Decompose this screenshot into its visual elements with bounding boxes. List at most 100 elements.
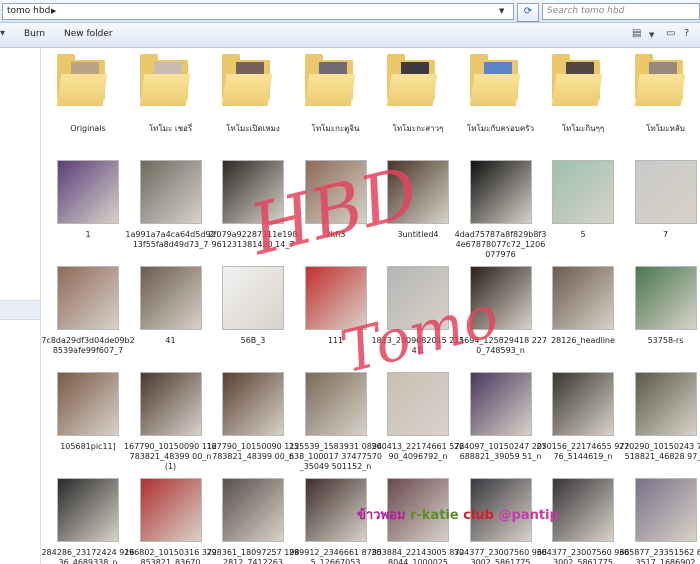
chevron-right-icon[interactable]: ▶ — [51, 7, 56, 15]
file-item[interactable]: 28126_headline — [536, 260, 618, 360]
refresh-icon: ⟳ — [523, 6, 533, 17]
photo-thumbnail — [304, 372, 367, 436]
folder-item[interactable]: Originals — [41, 48, 123, 148]
item-label: 255539_1583931 0894638_100017 37477570_3… — [288, 442, 383, 471]
file-item[interactable]: 53758-rs — [619, 260, 700, 360]
photo-thumbnail — [552, 372, 614, 436]
file-item[interactable]: 270156_22174655 97276_5144619_n — [536, 366, 630, 466]
item-label: 105681pic11] — [60, 442, 116, 451]
file-item[interactable]: 299912_2346661 87855_12667053 — [289, 472, 382, 564]
item-label: 7 — [662, 230, 669, 239]
search-placeholder: Search tomo hbd — [547, 6, 625, 16]
item-label: 41 — [165, 336, 176, 345]
file-item[interactable]: 284286_23172424 91636_4689338_n — [41, 472, 135, 564]
folder-front — [221, 74, 273, 106]
view-dropdown-icon[interactable]: ▼ — [649, 31, 654, 39]
file-item[interactable]: 1 — [41, 154, 123, 254]
photo-thumbnail — [469, 160, 532, 224]
file-item[interactable]: 1813_2009082015 21141. — [371, 260, 465, 360]
file-item[interactable]: 105681pic11] — [41, 366, 123, 466]
file-item[interactable]: 303884_22143005 8728044_1000025 — [371, 472, 465, 564]
file-item[interactable]: 1a991a7a4ca64d5d9213f55fa8d49d73_7 — [124, 154, 216, 254]
item-label: โทโมะ เชอรี่ — [148, 124, 193, 133]
file-item[interactable]: 3untitled4 — [371, 154, 453, 254]
file-item[interactable]: 15694_125829418 2270_748593_n — [454, 260, 547, 360]
chevron-down-icon[interactable]: ▼ — [499, 7, 504, 15]
view-options-icon[interactable]: ▤ — [632, 28, 641, 39]
folder-item[interactable]: โทโมะเปิดเหมง — [206, 48, 288, 148]
nav-selected-item[interactable] — [0, 300, 40, 320]
photo-thumbnail — [57, 160, 119, 224]
photo-thumbnail — [139, 160, 202, 224]
toolbar-overflow-icon[interactable]: ▾ — [0, 28, 5, 39]
photo-thumbnail — [387, 478, 449, 542]
photo-thumbnail — [469, 372, 532, 436]
item-label: 56B_3 — [240, 336, 266, 345]
file-item[interactable]: 304377_23007560 9663002_5861775 — [454, 472, 547, 564]
item-label: 296802_10150316 372853821_83670 — [123, 548, 218, 564]
photo-thumbnail — [57, 478, 119, 542]
file-item[interactable]: 2f079a92287311e198961231381420 14_7 — [206, 154, 298, 254]
file-item[interactable]: 41 — [124, 260, 206, 360]
item-label: 111 — [327, 336, 344, 345]
photo-thumbnail — [387, 266, 449, 330]
folder-front — [304, 74, 355, 106]
folder-item[interactable]: โทโมะกับครอบครัว — [454, 48, 536, 148]
photo-thumbnail — [304, 478, 367, 542]
file-item[interactable]: 5 — [536, 154, 618, 254]
item-label: 260413_22174661 57290_4096792_n — [371, 442, 465, 461]
folder-item[interactable]: โทโมะหลับ — [619, 48, 700, 148]
photo-thumbnail — [304, 160, 367, 224]
new-folder-button[interactable]: New folder — [64, 29, 113, 39]
file-item[interactable]: 305877_23351562 6583517_1686902 — [619, 472, 700, 564]
folder-item[interactable]: โทโมะกะตูจิน — [289, 48, 371, 148]
refresh-button[interactable]: ⟳ — [517, 3, 539, 22]
file-item[interactable]: 270290_10150243 772518821_46828 97_n — [619, 366, 700, 466]
photo-thumbnail — [139, 372, 202, 436]
breadcrumb-folder[interactable]: tomo hbd — [7, 6, 50, 16]
file-item[interactable]: 167790_10150090 112783821_48399 00_n (1) — [124, 366, 217, 471]
file-item[interactable]: 264097_10150247 205688821_39059 51_n — [454, 366, 547, 466]
item-label: 270290_10150243 772518821_46828 97_n — [618, 442, 700, 461]
file-item[interactable]: 296802_10150316 372853821_83670 — [124, 472, 217, 564]
burn-button[interactable]: Burn — [24, 29, 45, 39]
item-label: โทโมะกะตูจิน — [311, 124, 360, 133]
folder-front — [56, 74, 108, 106]
item-label: 304377_23007560 9663002_5861775 — [453, 548, 548, 564]
folder-item[interactable]: โทโมะกะสาวๆ — [371, 48, 453, 148]
item-label: 298361_18097257 1982812_7412263 — [206, 548, 300, 564]
item-label: 167790_10150090 112783821_48399 00_n (1) — [123, 442, 218, 471]
item-label: 4dad75787a8f829b8f34e67878077c72_1206077… — [454, 230, 547, 259]
file-item[interactable]: 260413_22174661 57290_4096792_n — [371, 366, 465, 466]
photo-thumbnail — [552, 160, 614, 224]
photo-thumbnail — [634, 266, 697, 330]
file-item[interactable]: 4dad75787a8f829b8f34e67878077c72_1206077… — [454, 154, 546, 259]
folder-item[interactable]: โทโมะกินๆๆ — [536, 48, 618, 148]
file-item[interactable]: 7 — [619, 154, 700, 254]
folder-item[interactable]: โทโมะ เชอรี่ — [124, 48, 206, 148]
item-label: โทโมะหลับ — [646, 124, 685, 133]
item-label: 304377_23007560 9663002_5861775 — [536, 548, 630, 564]
file-item[interactable]: 304377_23007560 9663002_5861775 — [536, 472, 630, 564]
preview-pane-icon[interactable]: ▭ — [666, 28, 675, 39]
item-label: 5 — [580, 230, 586, 239]
file-item[interactable]: 111 — [289, 260, 371, 360]
file-item[interactable]: 7c8da29df3d04de09b28539afe99f607_7 — [41, 260, 135, 360]
photo-thumbnail — [387, 160, 449, 224]
item-label: 28126_headline — [551, 336, 615, 345]
item-label: 2kfl3 — [325, 230, 346, 239]
file-item[interactable]: 56B_3 — [206, 260, 288, 360]
photo-thumbnail — [634, 478, 697, 542]
search-input[interactable]: Search tomo hbd — [542, 3, 700, 20]
file-item[interactable]: 2kfl3 — [289, 154, 371, 254]
item-label: Originals — [70, 124, 106, 133]
file-item[interactable]: 298361_18097257 1982812_7412263 — [206, 472, 300, 564]
item-label: โทโมะกะสาวๆ — [392, 124, 444, 133]
file-item[interactable]: 167790_10150090 112783821_48399 00_n — [206, 366, 300, 466]
file-item[interactable]: 255539_1583931 0894638_100017 37477570_3… — [289, 366, 382, 471]
help-icon[interactable]: ? — [684, 28, 689, 39]
photo-thumbnail — [552, 478, 614, 542]
photo-thumbnail — [387, 372, 449, 436]
breadcrumb[interactable]: tomo hbd ▶ ▼ — [2, 3, 514, 20]
item-label: 303884_22143005 8728044_1000025 — [371, 548, 465, 564]
